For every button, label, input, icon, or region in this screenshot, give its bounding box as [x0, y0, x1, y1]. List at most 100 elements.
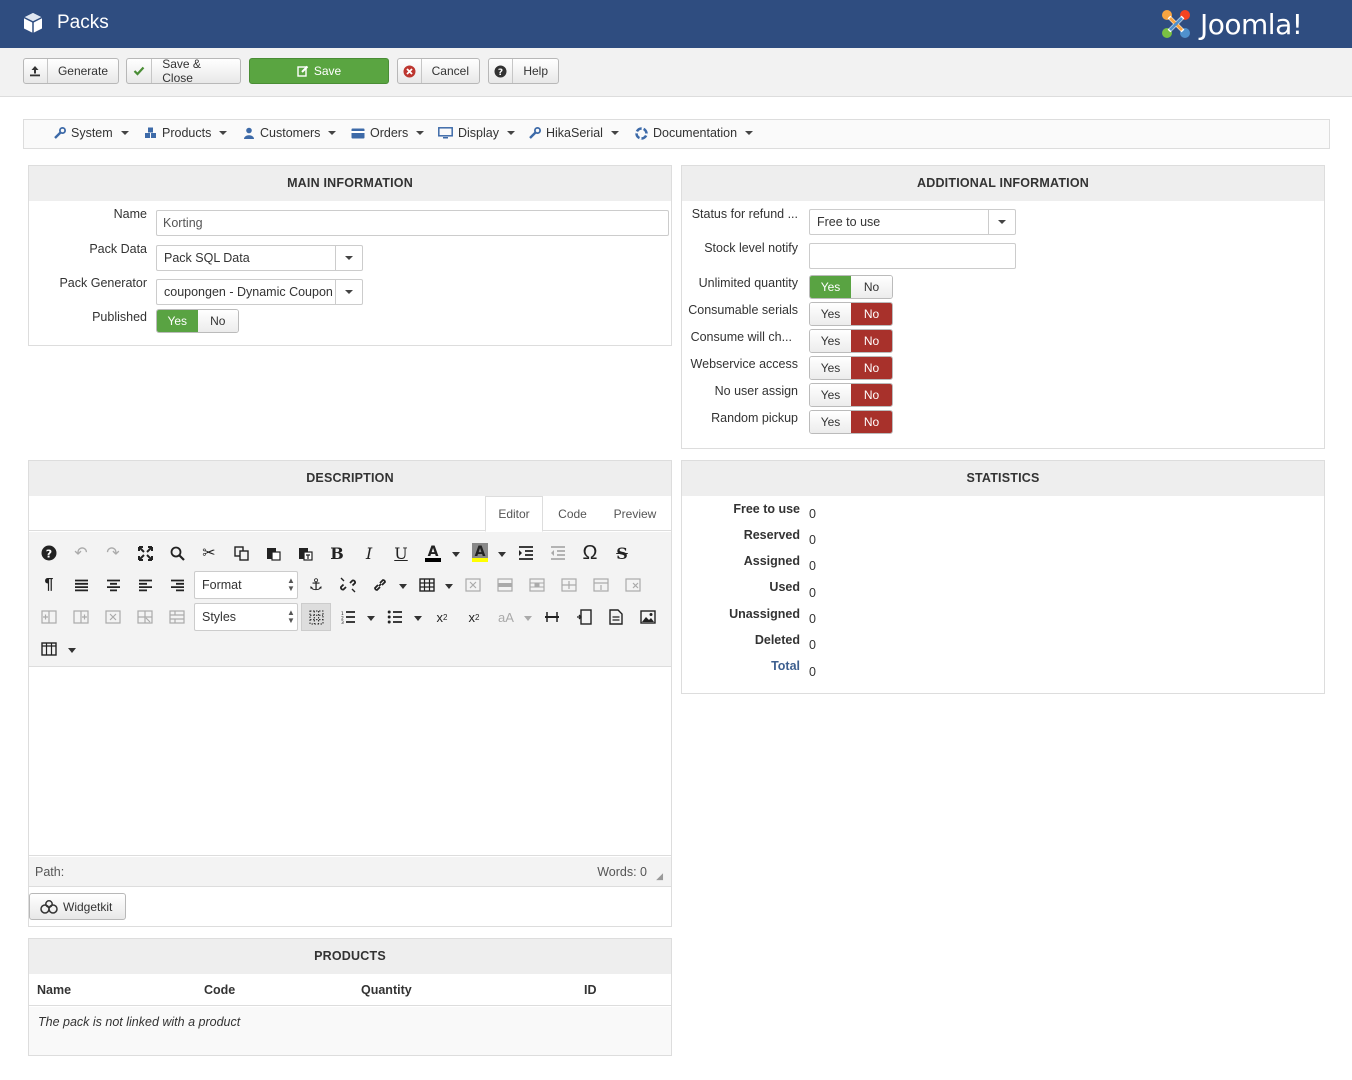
chevron-down-icon[interactable] [445, 584, 453, 589]
yes-option[interactable]: Yes [810, 303, 851, 325]
visual-aid-icon[interactable] [301, 603, 331, 631]
save-button[interactable]: Save [249, 58, 389, 84]
unlimited-quantity-toggle[interactable]: Yes No [809, 275, 893, 299]
fullscreen-icon[interactable] [130, 539, 160, 567]
split-cells-icon[interactable] [130, 603, 160, 631]
font-size-icon[interactable]: aA [491, 603, 521, 631]
bold-icon[interactable]: B [322, 539, 352, 567]
numbered-list-icon[interactable]: 123 [333, 603, 363, 631]
no-option[interactable]: No [851, 276, 892, 298]
yes-option[interactable]: Yes [810, 411, 851, 433]
styles-select[interactable]: Styles ▲ ▼ [194, 603, 298, 631]
chevron-down-icon[interactable] [452, 552, 460, 557]
delete-row-icon[interactable] [618, 571, 648, 599]
chevron-down-icon[interactable] [367, 616, 375, 621]
cell-props-icon[interactable] [522, 571, 552, 599]
special-character-icon[interactable]: Ω [575, 539, 605, 567]
align-right-icon[interactable] [162, 571, 192, 599]
cancel-button[interactable]: Cancel [397, 58, 480, 84]
redo-icon[interactable]: ↷ [98, 539, 128, 567]
unlink-icon[interactable] [333, 571, 363, 599]
subscript-icon[interactable]: x2 [427, 603, 457, 631]
image-icon[interactable] [633, 603, 663, 631]
chevron-down-icon[interactable] [399, 584, 407, 589]
menu-hikaserial[interactable]: HikaSerial [529, 126, 619, 140]
yes-option[interactable]: Yes [810, 276, 851, 298]
cut-icon[interactable]: ✂ [194, 539, 224, 567]
yes-option[interactable]: Yes [157, 310, 198, 332]
tab-code[interactable]: Code [545, 496, 600, 531]
name-input[interactable]: Korting [156, 210, 669, 236]
no-option[interactable]: No [851, 330, 892, 352]
merge-cells-icon[interactable] [162, 603, 192, 631]
insert-row-before-icon[interactable] [554, 571, 584, 599]
outdent-icon[interactable] [543, 539, 573, 567]
no-option[interactable]: No [851, 411, 892, 433]
row-props-icon[interactable] [490, 571, 520, 599]
chevron-down-icon[interactable] [524, 616, 532, 621]
menu-documentation[interactable]: Documentation [635, 126, 754, 140]
horizontal-rule-icon[interactable] [537, 603, 567, 631]
delete-col-icon[interactable] [98, 603, 128, 631]
format-select[interactable]: Format ▲ ▼ [194, 571, 298, 599]
no-user-assign-toggle[interactable]: Yes No [809, 383, 893, 407]
no-option[interactable]: No [851, 303, 892, 325]
column-id[interactable]: ID [584, 983, 597, 997]
anchor-icon[interactable]: ⚓ [301, 571, 331, 599]
stat-total-link[interactable]: Total [771, 659, 800, 673]
no-option[interactable]: No [851, 357, 892, 379]
widgetkit-button[interactable]: Widgetkit [29, 893, 126, 920]
bullet-list-icon[interactable] [380, 603, 410, 631]
menu-customers[interactable]: Customers [243, 126, 337, 140]
italic-icon[interactable]: I [354, 539, 384, 567]
table-icon[interactable] [412, 571, 442, 599]
chevron-down-icon[interactable] [414, 616, 422, 621]
insert-row-after-icon[interactable] [586, 571, 616, 599]
delete-table-icon[interactable] [458, 571, 488, 599]
webservice-access-toggle[interactable]: Yes No [809, 356, 893, 380]
tab-preview[interactable]: Preview [603, 496, 667, 531]
paste-icon[interactable] [258, 539, 288, 567]
yes-option[interactable]: Yes [810, 357, 851, 379]
pack-generator-select[interactable]: coupongen - Dynamic Coupon [156, 279, 363, 305]
help-button[interactable]: ? Help [488, 58, 559, 84]
stock-notify-input[interactable] [809, 243, 1016, 269]
paste-text-icon[interactable] [290, 539, 320, 567]
background-color-icon[interactable]: A [465, 539, 495, 567]
columns-icon[interactable] [34, 635, 64, 663]
undo-icon[interactable]: ↶ [66, 539, 96, 567]
yes-option[interactable]: Yes [810, 330, 851, 352]
column-name[interactable]: Name [37, 983, 71, 997]
chevron-down-icon[interactable] [498, 552, 506, 557]
underline-icon[interactable]: U [386, 539, 416, 567]
document-icon[interactable] [601, 603, 631, 631]
text-color-icon[interactable]: A [418, 539, 448, 567]
superscript-icon[interactable]: x2 [459, 603, 489, 631]
column-quantity[interactable]: Quantity [361, 983, 412, 997]
pack-data-select[interactable]: Pack SQL Data [156, 245, 363, 271]
menu-orders[interactable]: Orders [351, 126, 425, 140]
consumable-serials-toggle[interactable]: Yes No [809, 302, 893, 326]
indent-icon[interactable] [511, 539, 541, 567]
help-icon[interactable]: ? [34, 539, 64, 567]
search-icon[interactable] [162, 539, 192, 567]
insert-col-after-icon[interactable] [66, 603, 96, 631]
menu-display[interactable]: Display [438, 126, 515, 140]
menu-products[interactable]: Products [144, 126, 228, 140]
published-toggle[interactable]: Yes No [156, 309, 239, 333]
random-pickup-toggle[interactable]: Yes No [809, 410, 893, 434]
chevron-down-icon[interactable] [68, 648, 76, 653]
align-justify-icon[interactable] [66, 571, 96, 599]
align-center-icon[interactable] [98, 571, 128, 599]
insert-col-before-icon[interactable] [34, 603, 64, 631]
link-icon[interactable] [365, 571, 395, 599]
consume-will-change-toggle[interactable]: Yes No [809, 329, 893, 353]
strikethrough-icon[interactable]: S [607, 539, 637, 567]
copy-icon[interactable] [226, 539, 256, 567]
no-option[interactable]: No [851, 384, 892, 406]
page-break-icon[interactable] [569, 603, 599, 631]
no-option[interactable]: No [197, 310, 238, 332]
align-left-icon[interactable] [130, 571, 160, 599]
paragraph-icon[interactable]: ¶ [34, 571, 64, 599]
column-code[interactable]: Code [204, 983, 235, 997]
